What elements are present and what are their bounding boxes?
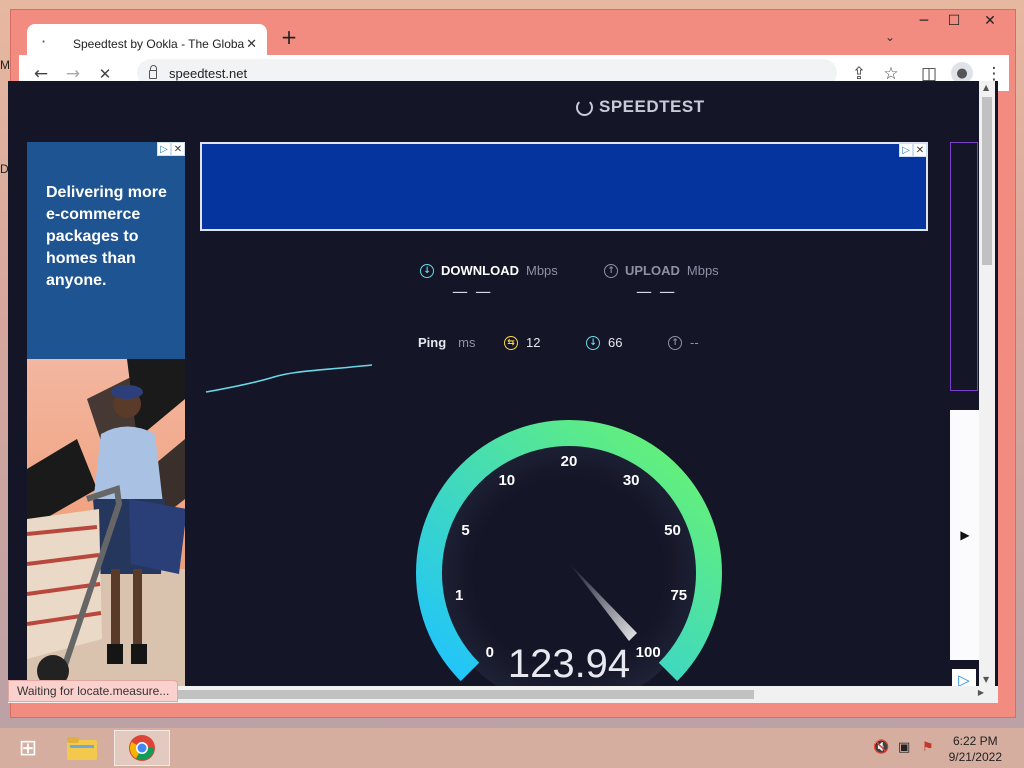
close-window-button[interactable]: ✕ bbox=[971, 10, 1009, 32]
speed-gauge: 0 1 5 10 20 30 50 75 100 123.94 bbox=[416, 420, 722, 703]
ping-idle-value: 12 bbox=[526, 335, 541, 350]
taskbar: ⊞ 🔇 ▣ ⚑ 6:22 PM 9/21/2022 bbox=[0, 728, 1024, 768]
gauge-tick-label: 75 bbox=[670, 587, 687, 604]
chrome-icon bbox=[129, 735, 155, 761]
speedtest-logo[interactable]: SPEEDTEST bbox=[576, 97, 705, 117]
gauge-tick-label: 5 bbox=[461, 522, 469, 539]
download-value: — — bbox=[452, 282, 493, 301]
chrome-taskbar-button[interactable] bbox=[114, 730, 170, 766]
ping-download: ↓ 66 bbox=[586, 335, 622, 350]
close-tab-icon[interactable]: ✕ bbox=[246, 37, 257, 52]
download-unit: Mbps bbox=[526, 263, 558, 278]
upload-value: — — bbox=[636, 282, 677, 301]
gauge-tick-label: 30 bbox=[623, 472, 640, 489]
tab-search-icon[interactable]: ⌄ bbox=[885, 30, 895, 44]
gauge-tick-label: 1 bbox=[455, 587, 463, 604]
start-button[interactable]: ⊞ bbox=[0, 730, 56, 766]
ping-unit: ms bbox=[458, 335, 476, 350]
ping-label: Ping bbox=[418, 335, 447, 350]
minimize-button[interactable]: ─ bbox=[909, 10, 939, 32]
desktop-icon-fragment: M bbox=[0, 58, 10, 72]
left-advertisement[interactable]: ▷ ✕ Delivering more e-commerce packages t… bbox=[27, 142, 185, 693]
speedtest-gauge-icon bbox=[576, 98, 593, 116]
action-center-icon[interactable]: ⚑ bbox=[922, 740, 934, 755]
new-tab-button[interactable]: + bbox=[277, 26, 301, 50]
upload-unit: Mbps bbox=[686, 263, 719, 278]
gauge-tick-label: 10 bbox=[498, 472, 515, 489]
download-arrow-icon: ↓ bbox=[420, 263, 434, 278]
clock-time: 6:22 PM bbox=[952, 734, 998, 748]
upload-latency-icon: ↑ bbox=[668, 335, 682, 350]
adchoices-icon[interactable]: ▷ ✕ bbox=[899, 143, 927, 157]
upload-header: ↑ UPLOAD Mbps bbox=[604, 263, 719, 278]
folder-icon bbox=[67, 737, 97, 760]
horizontal-scroll-thumb[interactable] bbox=[172, 690, 754, 699]
upload-arrow-icon: ↑ bbox=[604, 263, 618, 278]
loading-dots-icon: · bbox=[41, 32, 47, 51]
url-text: speedtest.net bbox=[169, 65, 248, 81]
gauge-tick-label: 20 bbox=[561, 453, 578, 470]
status-bubble: Waiting for locate.measure... bbox=[8, 680, 179, 702]
tab-title: Speedtest by Ookla - The Global bbox=[73, 37, 245, 51]
top-banner-advertisement[interactable]: ▷ ✕ bbox=[200, 142, 928, 231]
ping-idle: ⇆ 12 bbox=[504, 335, 540, 350]
ping-row: Ping ms bbox=[418, 335, 476, 350]
vertical-scroll-thumb[interactable] bbox=[982, 97, 992, 265]
brand-name: SPEEDTEST bbox=[599, 97, 705, 116]
download-header: ↓ DOWNLOAD Mbps bbox=[420, 263, 558, 278]
right-advertisement-frame[interactable] bbox=[950, 142, 978, 391]
maximize-button[interactable]: ☐ bbox=[939, 10, 969, 32]
clock-date: 9/21/2022 bbox=[948, 750, 1002, 764]
upload-label: UPLOAD bbox=[625, 263, 680, 278]
ping-download-value: 66 bbox=[608, 335, 623, 350]
ad-photo bbox=[27, 349, 185, 693]
system-clock[interactable]: 6:22 PM 9/21/2022 bbox=[949, 733, 1002, 765]
windows-logo-icon: ⊞ bbox=[18, 735, 38, 761]
ping-upload-value: -- bbox=[690, 335, 699, 350]
gauge-tick-label: 100 bbox=[636, 644, 661, 661]
ad-headline: Delivering more e-commerce packages to h… bbox=[46, 184, 167, 289]
vertical-scrollbar[interactable]: ▲ ▼ bbox=[979, 81, 995, 686]
gauge-tick-label: 50 bbox=[664, 522, 681, 539]
file-explorer-button[interactable] bbox=[54, 730, 110, 766]
download-label: DOWNLOAD bbox=[441, 263, 519, 278]
right-panel-arrow[interactable]: ▶ bbox=[950, 410, 980, 660]
ping-upload: ↑ -- bbox=[668, 335, 699, 350]
page-viewport: SPEEDTEST ▷ ✕ Delivering more e-commerce … bbox=[8, 81, 998, 703]
idle-latency-icon: ⇆ bbox=[504, 335, 518, 350]
network-icon[interactable]: ▣ bbox=[898, 740, 910, 755]
lock-icon[interactable] bbox=[149, 65, 157, 79]
speed-graph-line bbox=[205, 364, 373, 393]
gauge-tick-label: 0 bbox=[486, 644, 494, 661]
gauge-reading: 123.94 bbox=[508, 642, 630, 686]
download-latency-icon: ↓ bbox=[586, 335, 600, 350]
volume-muted-icon[interactable]: 🔇 bbox=[873, 740, 889, 755]
adchoices-icon[interactable]: ▷ ✕ bbox=[157, 142, 185, 156]
